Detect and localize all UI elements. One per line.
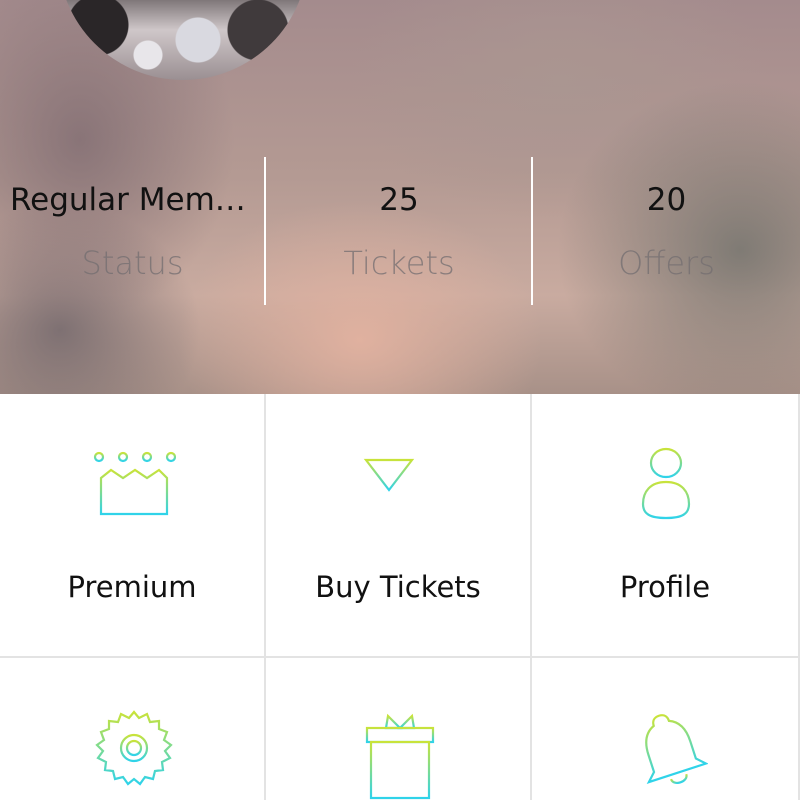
stat-tickets-label: Tickets xyxy=(343,244,455,282)
gift-icon xyxy=(365,713,435,800)
menu-tile-gift[interactable] xyxy=(266,658,530,800)
stat-status-label: Status xyxy=(81,244,184,282)
menu-tile-settings[interactable] xyxy=(0,658,264,800)
cocktail-icon xyxy=(363,448,435,521)
stat-status-value: Regular Member xyxy=(10,182,255,218)
menu-tile-premium[interactable]: Premium xyxy=(0,394,264,656)
crown-icon xyxy=(93,451,176,516)
profile-header: Regular Member Status 25 Tickets 20 Offe… xyxy=(0,0,800,394)
stat-offers: 20 Offers xyxy=(533,160,800,300)
avatar[interactable] xyxy=(58,0,308,80)
stat-tickets-value: 25 xyxy=(379,182,419,218)
menu-tile-profile[interactable]: Profile xyxy=(532,394,798,656)
menu-label-premium: Premium xyxy=(67,570,197,604)
person-icon xyxy=(641,447,691,520)
menu-label-profile: Profile xyxy=(619,570,711,604)
gear-icon xyxy=(95,710,173,786)
menu-tile-buy-tickets[interactable]: Buy Tickets xyxy=(266,394,530,656)
menu-tile-notifications[interactable] xyxy=(532,658,798,800)
stat-status: Regular Member Status xyxy=(0,160,265,300)
menu-grid: Premium Buy Tickets Profile xyxy=(0,394,800,800)
menu-label-buy-tickets: Buy Tickets xyxy=(315,570,481,604)
stat-tickets: 25 Tickets xyxy=(266,160,532,300)
bell-icon xyxy=(645,714,708,784)
stat-offers-value: 20 xyxy=(646,182,687,218)
stat-offers-label: Offers xyxy=(618,244,715,282)
